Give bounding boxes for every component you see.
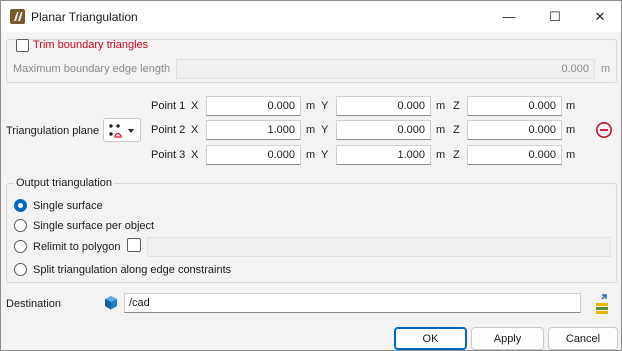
unit-label: m: [436, 149, 446, 161]
triangulation-plane-label: Triangulation plane: [6, 125, 100, 137]
close-icon: ✕: [594, 8, 606, 24]
point-3-y-input[interactable]: 1.000: [336, 145, 431, 165]
split-triangulation-label: Split triangulation along edge constrain…: [33, 264, 232, 276]
radio-relimit-to-polygon[interactable]: [14, 240, 27, 253]
relimit-polygon-input[interactable]: [147, 237, 611, 257]
app-icon: [10, 9, 25, 24]
remove-circle-icon: [596, 122, 612, 138]
radio-split-triangulation[interactable]: [14, 263, 27, 276]
maximize-button[interactable]: ☐: [532, 1, 578, 32]
single-surface-label: Single surface: [33, 200, 103, 212]
point-1-y-input[interactable]: 0.000: [336, 96, 431, 116]
unit-label: m: [436, 100, 446, 112]
point-1-label: Point 1: [151, 100, 186, 112]
point-2-y-input[interactable]: 0.000: [336, 120, 431, 140]
apply-button[interactable]: Apply: [471, 327, 544, 350]
x-axis-label: X: [191, 124, 199, 136]
window-title: Planar Triangulation: [31, 10, 138, 24]
cube-icon: [103, 295, 119, 311]
destination-browse-button[interactable]: [593, 293, 611, 315]
unit-label: m: [306, 124, 316, 136]
destination-input[interactable]: /cad: [124, 293, 581, 313]
radio-single-surface[interactable]: [14, 199, 27, 212]
trim-boundary-checkbox[interactable]: [16, 39, 29, 52]
x-axis-label: X: [191, 149, 199, 161]
point-1-z-input[interactable]: 0.000: [467, 96, 562, 116]
single-surface-per-object-label: Single surface per object: [33, 220, 155, 232]
point-1-x-input[interactable]: 0.000: [206, 96, 301, 116]
radio-single-surface-per-object[interactable]: [14, 219, 27, 232]
container-link-icon: [596, 294, 608, 314]
ok-button[interactable]: OK: [394, 327, 467, 350]
y-axis-label: Y: [321, 149, 329, 161]
max-edge-label: Maximum boundary edge length: [13, 63, 171, 75]
unit-label: m: [306, 100, 316, 112]
maximize-icon: ☐: [549, 8, 561, 24]
minimize-icon: —: [502, 9, 516, 24]
point-3-z-input[interactable]: 0.000: [467, 145, 562, 165]
relimit-to-polygon-label: Relimit to polygon: [33, 241, 121, 253]
unit-label: m: [566, 149, 576, 161]
relimit-polygon-checkbox[interactable]: [127, 238, 141, 252]
point-2-label: Point 2: [151, 124, 186, 136]
max-edge-input[interactable]: 0.000: [176, 59, 595, 79]
point-2-x-input[interactable]: 1.000: [206, 120, 301, 140]
x-axis-label: X: [191, 100, 199, 112]
destination-label: Destination: [6, 298, 62, 310]
y-axis-label: Y: [321, 124, 329, 136]
max-edge-unit: m: [601, 63, 611, 75]
z-axis-label: Z: [453, 124, 460, 136]
plane-points-icon: [109, 124, 134, 138]
unit-label: m: [566, 124, 576, 136]
chevron-down-icon: [128, 129, 134, 133]
y-axis-label: Y: [321, 100, 329, 112]
minimize-button[interactable]: —: [486, 1, 532, 32]
point-2-z-input[interactable]: 0.000: [467, 120, 562, 140]
unit-label: m: [306, 149, 316, 161]
point-3-x-input[interactable]: 0.000: [206, 145, 301, 165]
output-group-title: Output triangulation: [14, 177, 115, 189]
point-3-label: Point 3: [151, 149, 186, 161]
z-axis-label: Z: [453, 149, 460, 161]
unit-label: m: [436, 124, 446, 136]
z-axis-label: Z: [453, 100, 460, 112]
remove-plane-button[interactable]: [595, 121, 613, 139]
title-bar[interactable]: Planar Triangulation — ☐ ✕: [1, 1, 621, 32]
close-button[interactable]: ✕: [577, 1, 622, 32]
plane-picker-button[interactable]: [103, 118, 141, 142]
cancel-button[interactable]: Cancel: [548, 327, 618, 350]
trim-boundary-label: Trim boundary triangles: [33, 39, 149, 51]
unit-label: m: [566, 100, 576, 112]
dialog-window: Planar Triangulation — ☐ ✕ Trim boundary…: [0, 0, 622, 351]
